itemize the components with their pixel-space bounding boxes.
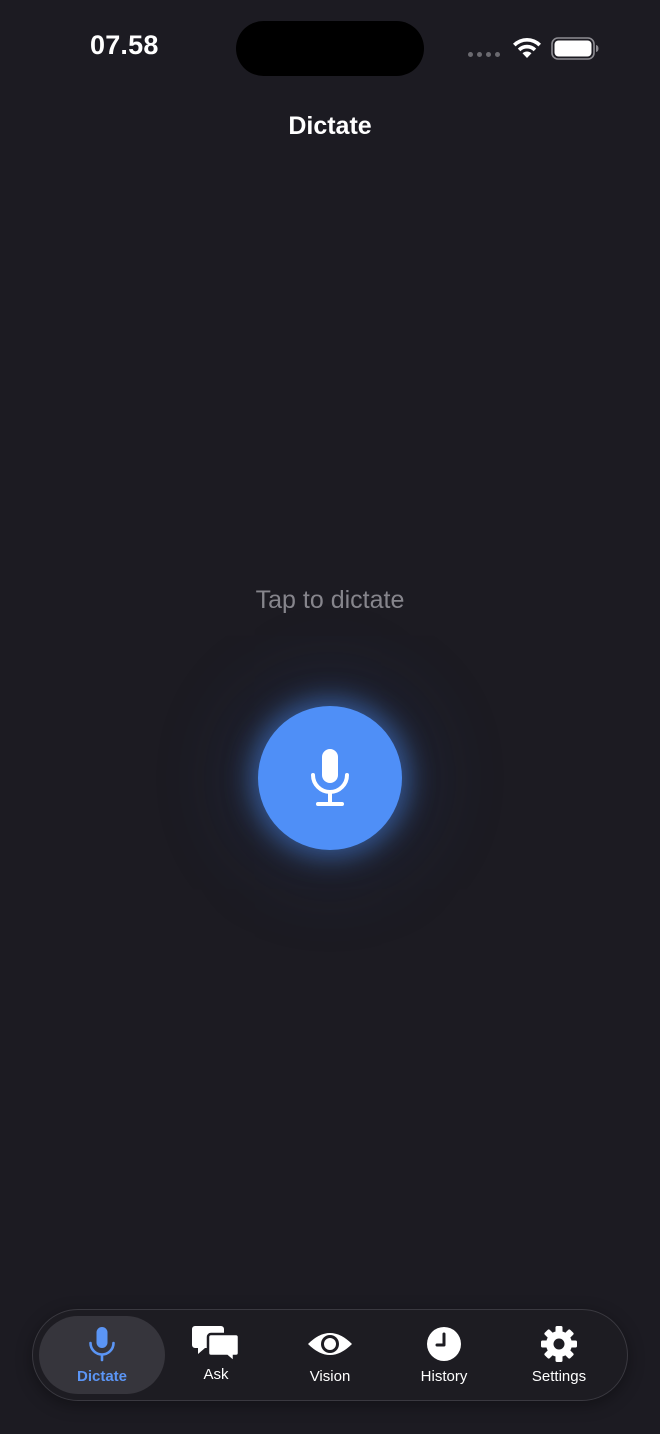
- tab-label: Vision: [309, 1368, 351, 1385]
- eye-icon: [308, 1333, 352, 1355]
- tab-ask[interactable]: Ask: [159, 1310, 273, 1398]
- tab-dictate[interactable]: Dictate: [39, 1316, 165, 1394]
- status-time: 07.58: [90, 30, 159, 60]
- tab-label: Dictate: [76, 1368, 128, 1385]
- dictate-hint: Tap to dictate: [255, 586, 405, 614]
- gear-icon: [541, 1326, 577, 1362]
- battery-icon: [551, 37, 599, 60]
- clock-icon: [427, 1327, 461, 1361]
- chat-bubbles-icon: [192, 1326, 241, 1364]
- tab-label: Settings: [531, 1368, 587, 1385]
- dynamic-island: [236, 21, 424, 76]
- record-button[interactable]: [258, 706, 402, 850]
- dictate-screen: 07.58 Dictate Tap to dictate Dictate Ask…: [0, 0, 660, 1434]
- microphone-icon: [89, 1327, 115, 1362]
- tab-label: History: [420, 1368, 468, 1385]
- tab-label: Ask: [203, 1366, 229, 1383]
- tab-settings[interactable]: Settings: [502, 1310, 616, 1398]
- tab-vision[interactable]: Vision: [273, 1310, 387, 1398]
- tab-bar: Dictate Ask Vision History Settings: [32, 1309, 628, 1401]
- wifi-icon: [513, 38, 541, 58]
- page-title: Dictate: [288, 112, 372, 140]
- microphone-icon: [311, 749, 349, 806]
- tab-history[interactable]: History: [387, 1310, 501, 1398]
- signal-dots-icon: [468, 52, 500, 57]
